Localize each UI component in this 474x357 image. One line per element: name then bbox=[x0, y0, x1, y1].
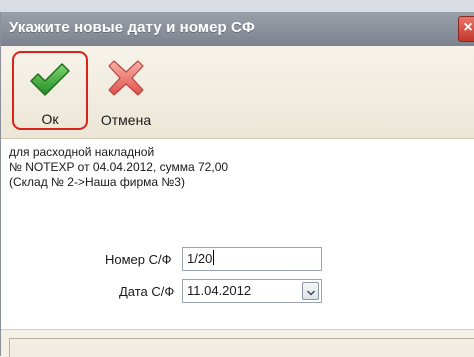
cross-icon bbox=[108, 60, 144, 96]
footer-frame bbox=[9, 338, 474, 357]
footer-panel bbox=[1, 329, 474, 357]
number-label: Номер С/Ф bbox=[105, 252, 172, 267]
invoice-info: для расходной накладной № NOTEXP от 04.0… bbox=[9, 145, 228, 190]
date-input[interactable]: 11.04.2012 bbox=[182, 279, 322, 303]
checkmark-icon bbox=[30, 63, 70, 96]
info-line-2: № NOTEXP от 04.04.2012, сумма 72,00 bbox=[9, 160, 229, 174]
date-value: 11.04.2012 bbox=[187, 283, 252, 298]
ok-label: Ок bbox=[41, 111, 59, 127]
title-bar[interactable]: Укажите новые дату и номер СФ × bbox=[1, 12, 474, 46]
chevron-down-icon bbox=[306, 290, 315, 296]
content-panel: для расходной накладной № NOTEXP от 04.0… bbox=[1, 139, 474, 329]
close-icon: × bbox=[463, 19, 473, 36]
toolbar: Ок Отмена bbox=[1, 46, 474, 139]
dialog-window: Укажите новые дату и номер СФ × Ок Отмен… bbox=[0, 12, 474, 357]
dialog-title: Укажите новые дату и номер СФ bbox=[9, 19, 255, 36]
info-line-1: для расходной накладной bbox=[9, 145, 155, 159]
cancel-label: Отмена bbox=[100, 112, 152, 128]
cancel-button[interactable]: Отмена bbox=[91, 51, 161, 130]
number-input[interactable]: 1/20 bbox=[182, 247, 322, 271]
close-button[interactable]: × bbox=[458, 16, 474, 42]
date-label: Дата С/Ф bbox=[119, 284, 175, 299]
info-line-3: (Склад № 2->Наша фирма №3) bbox=[9, 175, 185, 189]
date-dropdown-button[interactable] bbox=[302, 282, 319, 300]
ok-button[interactable]: Ок bbox=[12, 51, 88, 130]
text-caret bbox=[213, 250, 215, 265]
number-value: 1/20 bbox=[187, 251, 213, 266]
